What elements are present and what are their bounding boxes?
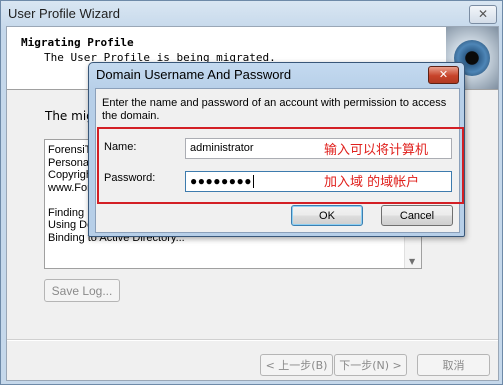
dialog-cancel-button[interactable]: Cancel	[381, 205, 453, 226]
dialog-close-button[interactable]: ✕	[428, 66, 459, 84]
password-mask: ●●●●●●●●	[190, 174, 252, 188]
password-label: Password:	[104, 172, 156, 184]
annotation-password-note: 加入域 的域帐户	[324, 175, 420, 190]
scroll-down-arrow-icon[interactable]: ▼	[409, 257, 415, 266]
text-caret	[252, 175, 254, 189]
wizard-close-button[interactable]: ✕	[469, 5, 497, 24]
password-value: ●●●●●●●●	[190, 174, 254, 189]
dialog-description: Enter the name and password of an accoun…	[102, 97, 447, 122]
ok-button[interactable]: OK	[291, 205, 363, 226]
header-title: Migrating Profile	[21, 36, 134, 49]
wizard-cancel-button[interactable]: 取消	[417, 354, 490, 376]
dialog-title: Domain Username And Password	[96, 67, 292, 82]
footer-separator	[7, 339, 498, 341]
wizard-title: User Profile Wizard	[8, 6, 120, 21]
next-button[interactable]: 下一步(N) >	[334, 354, 407, 376]
save-log-button[interactable]: Save Log...	[44, 279, 120, 302]
name-value: administrator	[190, 142, 254, 154]
back-button[interactable]: < 上一步(B)	[260, 354, 333, 376]
name-label: Name:	[104, 141, 137, 153]
domain-credentials-dialog: Domain Username And Password ✕ Enter the…	[88, 62, 465, 237]
annotation-name-note: 输入可以将计算机	[324, 143, 429, 158]
dialog-client-area: Enter the name and password of an accoun…	[95, 88, 464, 233]
